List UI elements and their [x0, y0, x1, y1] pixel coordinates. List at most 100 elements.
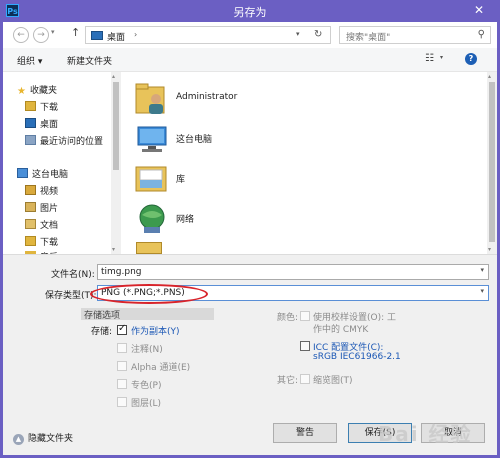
savetype-label: 保存类型(T):: [45, 291, 97, 301]
file-name: 这台电脑: [176, 135, 213, 145]
command-toolbar: 组织 ▾ 新建文件夹 ☷ ▾ ?: [3, 48, 497, 72]
nav-label: 图片: [40, 204, 59, 214]
icc-profile-name: sRGB IEC61966-2.1: [313, 352, 401, 362]
close-button[interactable]: ✕: [466, 2, 492, 19]
navigation-pane: ★收藏夹 下载 桌面 最近访问的位置 这台电脑 视频 图片 文档 下载 音乐 ▴…: [3, 72, 121, 254]
notes-label[interactable]: 注释(N): [131, 342, 163, 355]
nav-label: 文档: [40, 221, 59, 231]
recent-locations-chevron-icon[interactable]: ▾: [51, 28, 55, 36]
baidu-watermark: Bai 经验: [378, 422, 473, 446]
chevron-down-icon[interactable]: ▾: [480, 266, 484, 274]
nav-scroll-thumb[interactable]: [113, 82, 119, 170]
address-row: ← → ▾ ↑ 桌面 › ▾ ↻ 搜索"桌面" ⚲: [3, 22, 497, 48]
color-label: 颜色:: [277, 313, 299, 323]
file-list-pane: Administrator 这台电脑 库 网络: [122, 72, 487, 254]
chevron-up-icon: ▲: [13, 434, 24, 445]
search-input[interactable]: 搜索"桌面" ⚲: [339, 26, 491, 44]
thumbnail-label[interactable]: 缩览图(T): [313, 373, 353, 386]
alpha-checkbox[interactable]: [117, 361, 127, 371]
as-copy-checkbox[interactable]: [117, 323, 127, 335]
red-highlight-ellipse: [90, 284, 208, 304]
layers-label[interactable]: 图层(L): [131, 396, 161, 409]
nav-documents[interactable]: 文档: [25, 218, 58, 232]
view-options-icon[interactable]: ☷: [425, 53, 439, 65]
use-proof-checkbox[interactable]: [300, 311, 310, 321]
hide-folders-label: 隐藏文件夹: [28, 434, 74, 444]
layers-checkbox[interactable]: [117, 397, 127, 407]
star-icon: ★: [17, 86, 26, 97]
nav-downloads-2[interactable]: 下载: [25, 235, 58, 249]
user-folder-icon: [135, 83, 165, 114]
nav-this-pc[interactable]: 这台电脑: [17, 167, 68, 181]
warning-button[interactable]: 警告: [273, 423, 337, 443]
nav-desktop[interactable]: 桌面: [25, 117, 58, 131]
forward-button[interactable]: →: [33, 27, 49, 43]
save-options-header: 存储选项: [81, 308, 214, 321]
nav-label: 下载: [40, 103, 59, 113]
scroll-down-icon[interactable]: ▾: [112, 246, 115, 253]
file-name: 网络: [176, 215, 195, 225]
scroll-up-icon[interactable]: ▴: [112, 73, 115, 80]
nav-downloads[interactable]: 下载: [25, 100, 58, 114]
documents-folder-icon: [25, 219, 36, 229]
nav-recent-places[interactable]: 最近访问的位置: [25, 134, 103, 148]
refresh-icon[interactable]: ↻: [314, 29, 322, 40]
dialog-title: 另存为: [233, 6, 267, 19]
address-bar[interactable]: 桌面 › ▾ ↻: [85, 26, 331, 44]
alpha-label[interactable]: Alpha 通道(E): [131, 360, 190, 373]
filename-value[interactable]: timg.png: [101, 267, 142, 277]
file-scroll-thumb[interactable]: [489, 82, 495, 242]
file-scrollbar[interactable]: ▴ ▾: [487, 72, 497, 254]
spot-label[interactable]: 专色(P): [131, 378, 161, 391]
partial-folder-icon: [136, 242, 162, 254]
chevron-right-icon[interactable]: ›: [134, 30, 137, 39]
back-button[interactable]: ←: [13, 27, 29, 43]
new-folder-button[interactable]: 新建文件夹: [67, 54, 112, 67]
spot-checkbox[interactable]: [117, 379, 127, 389]
recent-places-icon: [25, 135, 36, 145]
search-icon[interactable]: ⚲: [478, 29, 485, 40]
nav-label: 最近访问的位置: [40, 137, 104, 147]
icc-checkbox[interactable]: [300, 341, 310, 351]
desktop-icon: [25, 118, 36, 128]
nav-label: 收藏夹: [29, 86, 57, 96]
as-copy-label[interactable]: 作为副本(Y): [131, 324, 180, 337]
scroll-down-icon[interactable]: ▾: [488, 246, 491, 253]
file-name: 库: [176, 175, 186, 185]
nav-label: 这台电脑: [32, 170, 69, 180]
use-proof-label-line2: 作中的 CMYK: [313, 325, 369, 335]
search-placeholder: 搜索"桌面": [346, 33, 391, 43]
nav-favorites[interactable]: ★ 收藏夹: [17, 83, 57, 97]
nav-label: 视频: [40, 187, 59, 197]
up-button[interactable]: ↑: [71, 26, 80, 39]
nav-videos[interactable]: 视频: [25, 184, 58, 198]
notes-checkbox[interactable]: [117, 343, 127, 353]
filename-field[interactable]: timg.png ▾: [97, 264, 489, 280]
nav-scrollbar[interactable]: ▴ ▾: [111, 72, 121, 254]
nav-label: 桌面: [40, 120, 59, 130]
library-icon: [135, 166, 167, 192]
address-location[interactable]: 桌面: [107, 30, 125, 43]
chevron-down-icon[interactable]: ▾: [480, 287, 484, 295]
scroll-up-icon[interactable]: ▴: [488, 73, 491, 80]
download-folder-icon: [25, 236, 36, 246]
hide-folders-toggle[interactable]: ▲ 隐藏文件夹: [13, 431, 73, 445]
view-dropdown-icon[interactable]: ▾: [440, 54, 443, 61]
nav-pictures[interactable]: 图片: [25, 201, 58, 215]
help-icon[interactable]: ?: [465, 53, 477, 65]
organize-button[interactable]: 组织 ▾: [17, 54, 42, 67]
filename-label: 文件名(N):: [51, 270, 95, 280]
desktop-icon: [91, 31, 103, 40]
pictures-folder-icon: [25, 202, 36, 212]
network-icon: [139, 204, 165, 233]
nav-label: 下载: [40, 238, 59, 248]
title-bar: Ps 另存为 ✕: [0, 0, 500, 22]
download-folder-icon: [25, 101, 36, 111]
file-name: Administrator: [176, 92, 238, 102]
address-dropdown-icon[interactable]: ▾: [296, 30, 300, 38]
thumbnail-checkbox[interactable]: [300, 374, 310, 384]
computer-icon: [17, 168, 28, 178]
other-label: 其它:: [277, 376, 299, 386]
video-folder-icon: [25, 185, 36, 195]
computer-icon: [137, 126, 167, 152]
